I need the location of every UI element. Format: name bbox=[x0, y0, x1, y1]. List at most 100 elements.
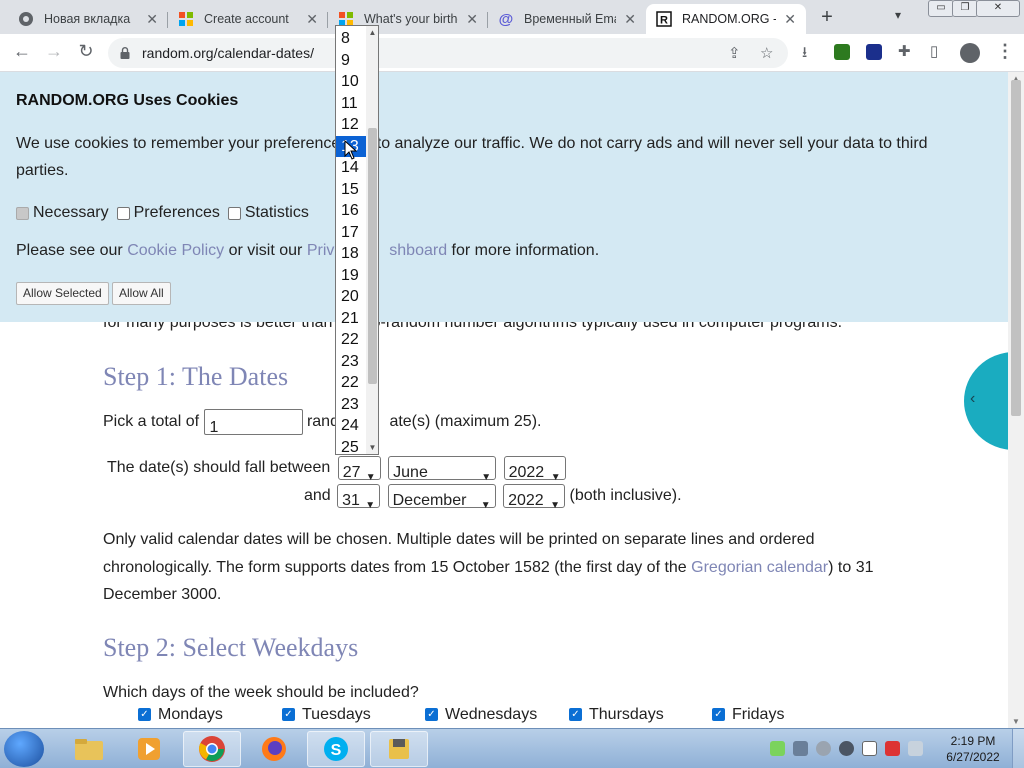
download-icon[interactable]: ⭳ bbox=[802, 42, 807, 67]
dropdown-option[interactable]: 18 bbox=[336, 243, 366, 265]
firefox-taskbar-icon[interactable] bbox=[245, 731, 303, 767]
tab-new-tab[interactable]: Новая вкладка ✕ bbox=[8, 4, 168, 34]
tab-search-chevron-icon[interactable]: ▾ bbox=[895, 8, 901, 22]
dropdown-option[interactable]: 15 bbox=[336, 179, 366, 201]
tab-random-org[interactable]: R RANDOM.ORG - C ✕ bbox=[646, 4, 806, 34]
system-tray bbox=[770, 741, 923, 756]
step2-heading: Step 2: Select Weekdays bbox=[103, 633, 359, 662]
share-icon[interactable]: ⇪ bbox=[728, 44, 741, 62]
tray-clock-icon[interactable] bbox=[839, 741, 854, 756]
gregorian-calendar-link[interactable]: Gregorian calendar bbox=[691, 559, 828, 576]
puzzle-extensions-icon[interactable]: ✚ bbox=[898, 42, 911, 60]
start-day-select[interactable]: 27 ▼ bbox=[337, 455, 381, 483]
skype-taskbar-icon[interactable]: S bbox=[307, 731, 365, 767]
tray-s-icon[interactable] bbox=[816, 741, 831, 756]
allow-all-button[interactable]: Allow All bbox=[112, 282, 171, 305]
bookmark-star-icon[interactable]: ☆ bbox=[760, 44, 773, 62]
cookie-option-preferences[interactable]: Preferences bbox=[116, 204, 220, 222]
cookie-banner: RANDOM.ORG Uses Cookies We use cookies t… bbox=[0, 72, 1008, 322]
start-year-select[interactable]: 2022 ▼ bbox=[503, 455, 566, 483]
mouse-pointer-icon bbox=[344, 140, 358, 160]
dropdown-option[interactable]: 11 bbox=[336, 93, 366, 115]
forward-arrow-icon[interactable]: → bbox=[42, 41, 66, 62]
check-icon: ✓ bbox=[282, 708, 295, 722]
url-text: random.org/calendar-dates/ bbox=[142, 45, 314, 61]
page-scrollbar[interactable]: ▲ ▼ bbox=[1008, 72, 1024, 728]
network-icon[interactable] bbox=[862, 741, 877, 756]
allow-selected-button[interactable]: Allow Selected bbox=[16, 282, 109, 305]
side-panel-icon[interactable]: ▯ bbox=[930, 42, 938, 60]
and-row: and 31 ▼ December ▼ 2022 ▼ (both inclusive)… bbox=[304, 482, 682, 511]
restore-button[interactable]: ❐ bbox=[952, 0, 978, 17]
dropdown-option[interactable]: 16 bbox=[336, 200, 366, 222]
checkbox-tuesdays[interactable]: ✓ Tuesdays bbox=[282, 706, 371, 724]
action-center-icon[interactable] bbox=[885, 741, 900, 756]
media-player-taskbar-icon[interactable] bbox=[120, 731, 178, 767]
close-icon[interactable]: ✕ bbox=[146, 11, 158, 28]
microsoft-icon bbox=[178, 11, 194, 27]
step1-heading: Step 1: The Dates bbox=[103, 362, 289, 391]
taskbar-clock[interactable]: 2:19 PM 6/27/2022 bbox=[940, 733, 1006, 765]
profile-avatar-icon[interactable] bbox=[960, 43, 980, 63]
tray-app-icon[interactable] bbox=[770, 741, 785, 756]
extension-green-icon[interactable] bbox=[834, 44, 850, 60]
checkbox-wednesdays[interactable]: ✓ Wednesdays bbox=[425, 706, 537, 724]
tray-tool-icon[interactable] bbox=[793, 741, 808, 756]
dropdown-option[interactable]: 17 bbox=[336, 222, 366, 244]
dropdown-option[interactable]: 19 bbox=[336, 265, 366, 287]
close-icon[interactable]: ✕ bbox=[306, 11, 318, 28]
end-year-select[interactable]: 2022 ▼ bbox=[503, 483, 566, 511]
tab-temp-email[interactable]: @ Временный Email ✕ bbox=[488, 4, 646, 34]
address-bar[interactable]: random.org/calendar-dates/ ⇪ ☆ bbox=[108, 38, 788, 68]
dropdown-option[interactable]: 22 bbox=[336, 372, 366, 394]
end-day-select[interactable]: 31 ▼ bbox=[337, 483, 381, 511]
checkbox-mondays[interactable]: ✓ Mondays bbox=[138, 706, 223, 724]
app-taskbar-icon[interactable] bbox=[370, 731, 428, 767]
dropdown-option[interactable]: 24 bbox=[336, 415, 366, 437]
dropdown-option[interactable]: 12 bbox=[336, 114, 366, 136]
dropdown-option[interactable]: 22 bbox=[336, 329, 366, 351]
dropdown-scroll-thumb[interactable] bbox=[368, 128, 377, 384]
cookie-policy-line: Please see our Cookie Policy or visit ou… bbox=[16, 242, 600, 259]
dropdown-option[interactable]: 20 bbox=[336, 286, 366, 308]
dropdown-option[interactable]: 21 bbox=[336, 308, 366, 330]
extension-blue-icon[interactable] bbox=[866, 44, 882, 60]
cookie-policy-link[interactable]: Cookie Policy bbox=[127, 242, 224, 259]
dropdown-option[interactable]: 14 bbox=[336, 157, 366, 179]
start-month-select[interactable]: June ▼ bbox=[388, 455, 497, 483]
dropdown-scrollbar[interactable]: ▲ ▼ bbox=[366, 26, 378, 454]
back-arrow-icon[interactable]: ← bbox=[10, 41, 34, 62]
reload-icon[interactable]: ↻ bbox=[74, 41, 98, 62]
day-dropdown-list[interactable]: 89101112131415161718192021222322232425 ▲… bbox=[335, 25, 379, 455]
tab-strip: Новая вкладка ✕ Create account ✕ What's … bbox=[0, 0, 1024, 34]
svg-text:S: S bbox=[331, 742, 342, 759]
dropdown-option[interactable]: 10 bbox=[336, 71, 366, 93]
chrome-taskbar-icon[interactable] bbox=[183, 731, 241, 767]
close-icon[interactable]: ✕ bbox=[624, 11, 636, 28]
between-row: The date(s) should fall between 27 ▼ June… bbox=[107, 454, 566, 483]
dropdown-option[interactable]: 9 bbox=[336, 50, 366, 72]
dropdown-option[interactable]: 25 bbox=[336, 437, 366, 455]
minimize-button[interactable]: ▭ bbox=[928, 0, 954, 17]
count-input[interactable]: 1 bbox=[203, 408, 303, 436]
kebab-menu-icon[interactable]: ⋮ bbox=[996, 41, 1014, 62]
show-desktop-button[interactable] bbox=[1012, 729, 1024, 768]
volume-icon[interactable] bbox=[908, 741, 923, 756]
browser-toolbar: ← → ↻ random.org/calendar-dates/ ⇪ ☆ ⭳ ✚… bbox=[0, 34, 1024, 72]
cookie-option-statistics[interactable]: Statistics bbox=[227, 204, 309, 222]
dropdown-option[interactable]: 23 bbox=[336, 351, 366, 373]
dropdown-option[interactable]: 8 bbox=[336, 28, 366, 50]
checkbox-fridays[interactable]: ✓ Fridays bbox=[712, 706, 784, 724]
explorer-taskbar-icon[interactable] bbox=[60, 731, 118, 767]
end-month-select[interactable]: December ▼ bbox=[387, 483, 496, 511]
close-icon[interactable]: ✕ bbox=[466, 11, 478, 28]
close-window-button[interactable]: ✕ bbox=[976, 0, 1020, 17]
dropdown-option[interactable]: 23 bbox=[336, 394, 366, 416]
side-widget-tab[interactable]: ‹ bbox=[964, 352, 1008, 450]
new-tab-plus-icon[interactable]: + bbox=[816, 6, 838, 29]
close-icon[interactable]: ✕ bbox=[784, 11, 796, 28]
checkbox-thursdays[interactable]: ✓ Thursdays bbox=[569, 706, 664, 724]
start-button[interactable] bbox=[4, 731, 44, 767]
tab-create-account[interactable]: Create account ✕ bbox=[168, 4, 328, 34]
scrollbar-thumb[interactable] bbox=[1011, 80, 1021, 416]
